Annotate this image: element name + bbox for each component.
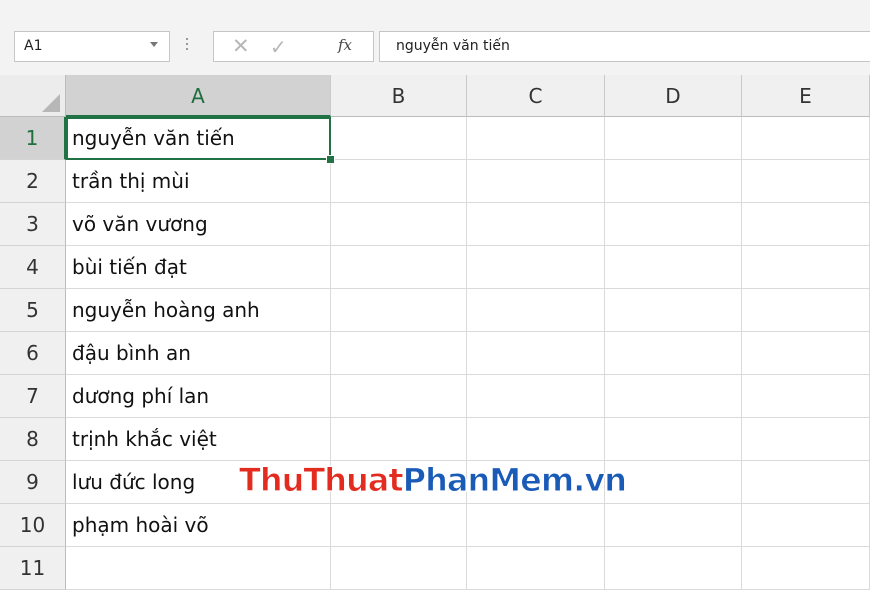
cell-b7[interactable]: [331, 375, 467, 418]
cell-b6[interactable]: [331, 332, 467, 375]
drag-handle-icon[interactable]: [186, 38, 188, 54]
enter-icon[interactable]: ✓: [270, 35, 287, 59]
cell-d11[interactable]: [605, 547, 742, 590]
cell-d6[interactable]: [605, 332, 742, 375]
formula-text: nguyễn văn tiến: [396, 38, 510, 54]
cell-d1[interactable]: [605, 117, 742, 160]
watermark-logo: ThuThuatPhanMem.vn: [239, 461, 628, 500]
cell-a3[interactable]: võ văn vương: [66, 203, 331, 246]
cell-e8[interactable]: [742, 418, 870, 461]
formula-input[interactable]: nguyễn văn tiến: [379, 31, 870, 62]
cell-e4[interactable]: [742, 246, 870, 289]
cell-b8[interactable]: [331, 418, 467, 461]
cell-e11[interactable]: [742, 547, 870, 590]
row-header-3[interactable]: 3: [0, 203, 66, 246]
cell-d3[interactable]: [605, 203, 742, 246]
cell-c8[interactable]: [467, 418, 605, 461]
column-header-c[interactable]: C: [467, 75, 605, 117]
row-header-9[interactable]: 9: [0, 461, 66, 504]
column-header-e[interactable]: E: [742, 75, 870, 117]
cell-d4[interactable]: [605, 246, 742, 289]
cell-a8[interactable]: trịnh khắc việt: [66, 418, 331, 461]
column-header-b[interactable]: B: [331, 75, 467, 117]
row-header-4[interactable]: 4: [0, 246, 66, 289]
fill-handle[interactable]: [326, 155, 335, 164]
cell-c7[interactable]: [467, 375, 605, 418]
row-header-7[interactable]: 7: [0, 375, 66, 418]
cell-d5[interactable]: [605, 289, 742, 332]
row-header-6[interactable]: 6: [0, 332, 66, 375]
cell-e6[interactable]: [742, 332, 870, 375]
cell-e1[interactable]: [742, 117, 870, 160]
cell-a7[interactable]: dương phí lan: [66, 375, 331, 418]
cell-e3[interactable]: [742, 203, 870, 246]
cell-c5[interactable]: [467, 289, 605, 332]
cell-a6[interactable]: đậu bình an: [66, 332, 331, 375]
cancel-icon[interactable]: ✕: [232, 34, 250, 58]
cell-d7[interactable]: [605, 375, 742, 418]
cell-b1[interactable]: [331, 117, 467, 160]
name-box[interactable]: A1: [14, 31, 170, 62]
cell-e10[interactable]: [742, 504, 870, 547]
formula-bar-area: A1 ✕ ✓ fx nguyễn văn tiến: [0, 12, 870, 76]
cell-e7[interactable]: [742, 375, 870, 418]
cell-e5[interactable]: [742, 289, 870, 332]
cell-e2[interactable]: [742, 160, 870, 203]
row-header-1[interactable]: 1: [0, 117, 66, 160]
cell-a5[interactable]: nguyễn hoàng anh: [66, 289, 331, 332]
cell-c11[interactable]: [467, 547, 605, 590]
cell-c4[interactable]: [467, 246, 605, 289]
cell-b5[interactable]: [331, 289, 467, 332]
row-header-8[interactable]: 8: [0, 418, 66, 461]
cell-b4[interactable]: [331, 246, 467, 289]
row-header-5[interactable]: 5: [0, 289, 66, 332]
row-header-10[interactable]: 10: [0, 504, 66, 547]
cell-c2[interactable]: [467, 160, 605, 203]
cell-c10[interactable]: [467, 504, 605, 547]
cell-e9[interactable]: [742, 461, 870, 504]
ribbon-edge: [0, 0, 870, 12]
cell-a11[interactable]: [66, 547, 331, 590]
cell-d8[interactable]: [605, 418, 742, 461]
column-header-a[interactable]: A: [66, 75, 331, 117]
cell-c6[interactable]: [467, 332, 605, 375]
cell-b10[interactable]: [331, 504, 467, 547]
cell-a10[interactable]: phạm hoài võ: [66, 504, 331, 547]
cell-c1[interactable]: [467, 117, 605, 160]
cell-b2[interactable]: [331, 160, 467, 203]
cell-d10[interactable]: [605, 504, 742, 547]
cell-b3[interactable]: [331, 203, 467, 246]
row-header-2[interactable]: 2: [0, 160, 66, 203]
column-header-d[interactable]: D: [605, 75, 742, 117]
formula-buttons: ✕ ✓ fx: [213, 31, 374, 62]
cell-a2[interactable]: trần thị mùi: [66, 160, 331, 203]
cell-c3[interactable]: [467, 203, 605, 246]
insert-function-icon[interactable]: fx: [338, 36, 352, 54]
select-all-button[interactable]: [0, 75, 66, 117]
select-all-icon: [42, 94, 60, 112]
row-header-11[interactable]: 11: [0, 547, 66, 590]
cell-a4[interactable]: bùi tiến đạt: [66, 246, 331, 289]
cell-b11[interactable]: [331, 547, 467, 590]
chevron-down-icon[interactable]: [150, 42, 158, 47]
name-box-value: A1: [24, 38, 43, 54]
cell-d2[interactable]: [605, 160, 742, 203]
active-cell-border: [66, 117, 331, 160]
